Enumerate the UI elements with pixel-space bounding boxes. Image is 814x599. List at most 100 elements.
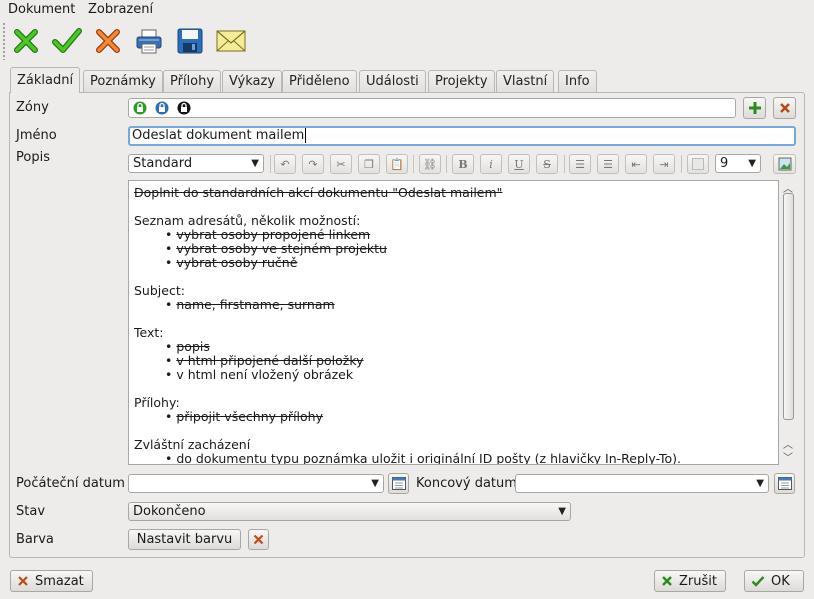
- paste-button[interactable]: 📋: [386, 154, 408, 174]
- end-date-label: Koncový datum: [416, 476, 517, 491]
- editor-scrollbar[interactable]: ︿ ︿ ﹀: [779, 180, 797, 465]
- printer-icon: [136, 29, 162, 54]
- bullet-list-button[interactable]: ☰: [569, 154, 591, 174]
- tab-poznamky[interactable]: Poznámky: [83, 70, 163, 92]
- strikethrough-icon: S: [543, 157, 551, 171]
- menu-dokument[interactable]: Dokument: [8, 2, 75, 17]
- ok-button[interactable]: OK: [744, 570, 804, 592]
- editor-list-item: • v html není vložený obrázek: [165, 367, 354, 382]
- status-label: Stav: [16, 504, 46, 519]
- outdent-button[interactable]: ⇤: [625, 154, 647, 174]
- toolbar-grip[interactable]: [2, 22, 6, 60]
- toolbar-separator: [681, 155, 682, 173]
- editor-list-item: • vybrat osoby ve stejném projektu: [165, 241, 387, 256]
- name-label: Jméno: [16, 128, 57, 143]
- scissors-icon: ✂: [336, 157, 346, 171]
- chevron-down-icon: ▼: [748, 158, 756, 169]
- editor-heading: Seznam adresátů, několik možností:: [134, 213, 361, 228]
- scrollbar-thumb[interactable]: [783, 193, 794, 420]
- cancel-button[interactable]: Zrušit: [654, 570, 726, 592]
- font-size-value: 9: [720, 156, 729, 171]
- close-orange-icon: [96, 29, 120, 53]
- editor-heading: Přílohy:: [134, 395, 180, 410]
- delete-button[interactable]: Smazat: [10, 570, 93, 592]
- strikethrough-button[interactable]: S: [536, 154, 558, 174]
- menu-zobrazeni[interactable]: Zobrazení: [88, 2, 153, 17]
- save-button[interactable]: [173, 24, 207, 58]
- underline-icon: U: [514, 157, 524, 171]
- style-value: Standard: [133, 156, 193, 171]
- bold-button[interactable]: B: [452, 154, 474, 174]
- print-button[interactable]: [132, 24, 166, 58]
- text-color-button[interactable]: [687, 154, 709, 174]
- close-icon: [779, 103, 790, 113]
- tab-projekty[interactable]: Projekty: [428, 70, 495, 92]
- end-date-select[interactable]: ▼: [515, 474, 769, 493]
- apply-button[interactable]: [50, 24, 84, 58]
- send-mail-button[interactable]: [214, 24, 248, 58]
- style-select[interactable]: Standard ▼: [128, 154, 264, 173]
- check-green-icon: [52, 28, 82, 53]
- remove-zone-button[interactable]: [773, 97, 796, 119]
- lock-green-icon: [133, 101, 147, 115]
- zones-field[interactable]: [128, 98, 736, 118]
- close-green-icon: [662, 576, 672, 586]
- chevron-down-icon: ▼: [371, 478, 379, 489]
- insert-image-button[interactable]: [773, 154, 796, 174]
- outdent-icon: ⇤: [631, 157, 641, 171]
- tab-udalosti[interactable]: Události: [359, 70, 426, 92]
- tab-vlastni[interactable]: Vlastní: [496, 70, 555, 92]
- indent-button[interactable]: ⇥: [653, 154, 675, 174]
- undo-icon: ↶: [280, 157, 290, 171]
- tab-zakladni[interactable]: Základní: [10, 67, 81, 93]
- editor-heading: Text:: [134, 325, 164, 340]
- start-date-calendar-button[interactable]: [388, 473, 409, 494]
- font-size-select[interactable]: 9 ▼: [715, 154, 761, 173]
- numbered-list-icon: ☰: [603, 157, 613, 171]
- close-green-icon: [14, 29, 38, 53]
- toolbar-separator: [270, 155, 271, 173]
- add-zone-button[interactable]: [743, 97, 766, 119]
- close-save-button[interactable]: [9, 24, 43, 58]
- toolbar-separator: [446, 155, 447, 173]
- scroll-down-icon[interactable]: ﹀: [783, 449, 793, 464]
- tab-vykazy[interactable]: Výkazy: [222, 70, 283, 92]
- indent-icon: ⇥: [659, 157, 669, 171]
- close-icon: [253, 534, 264, 545]
- start-date-select[interactable]: ▼: [128, 474, 384, 493]
- paste-icon: 📋: [390, 157, 404, 171]
- status-select[interactable]: Dokončeno ▼: [128, 502, 571, 521]
- undo-button[interactable]: ↶: [274, 154, 296, 174]
- name-input[interactable]: Odeslat dokument mailem: [128, 126, 796, 146]
- envelope-icon: [216, 30, 246, 52]
- clear-color-button[interactable]: [248, 529, 269, 550]
- delete-button-label: Smazat: [35, 573, 84, 589]
- bullet-list-icon: ☰: [575, 157, 585, 171]
- underline-button[interactable]: U: [508, 154, 530, 174]
- italic-icon: i: [489, 157, 493, 171]
- redo-icon: ↷: [308, 157, 318, 171]
- calendar-icon: [391, 477, 406, 490]
- cancel-toolbar-button[interactable]: [91, 24, 125, 58]
- tab-prilohy[interactable]: Přílohy: [163, 70, 222, 92]
- toolbar-separator: [413, 155, 414, 173]
- link-button[interactable]: ⛓: [419, 154, 441, 174]
- bold-icon: B: [458, 157, 468, 171]
- tab-prideleno[interactable]: Přiděleno: [282, 70, 357, 92]
- italic-button[interactable]: i: [480, 154, 502, 174]
- chevron-down-icon: ▼: [251, 158, 259, 169]
- end-date-calendar-button[interactable]: [774, 473, 795, 494]
- numbered-list-button[interactable]: ☰: [597, 154, 619, 174]
- link-icon: ⛓: [423, 157, 437, 171]
- editor-line: Doplnit do standardních akcí dokumentu "…: [134, 185, 503, 200]
- lock-blue-icon: [155, 101, 169, 115]
- calendar-icon: [777, 477, 792, 490]
- cancel-button-label: Zrušit: [679, 573, 717, 589]
- set-color-button[interactable]: Nastavit barvu: [128, 529, 241, 550]
- copy-button[interactable]: ❐: [358, 154, 380, 174]
- redo-button[interactable]: ↷: [302, 154, 324, 174]
- plus-icon: [748, 102, 761, 114]
- description-editor[interactable]: Doplnit do standardních akcí dokumentu "…: [128, 180, 779, 465]
- cut-button[interactable]: ✂: [330, 154, 352, 174]
- tab-info[interactable]: Info: [558, 70, 597, 92]
